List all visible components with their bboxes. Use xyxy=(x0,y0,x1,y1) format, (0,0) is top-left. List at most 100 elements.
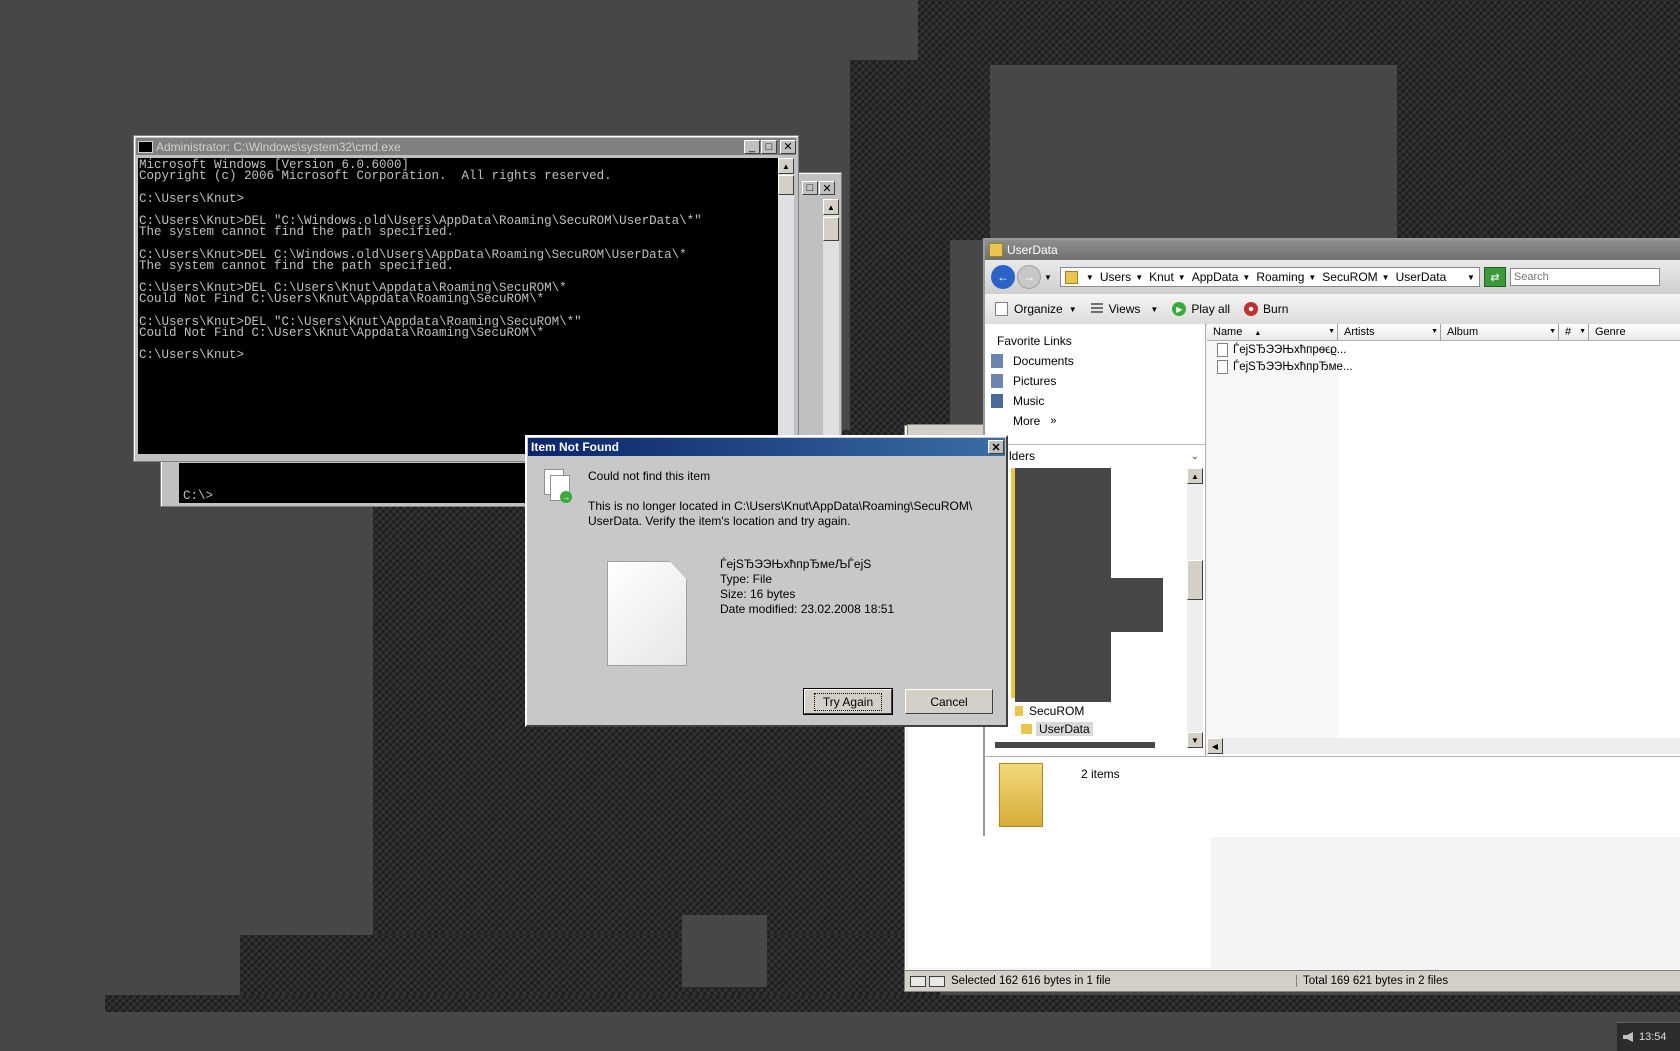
cmd-scroll-up[interactable]: ▲ xyxy=(778,158,794,174)
explorer-titlebar[interactable]: UserData xyxy=(985,240,1680,260)
music-icon xyxy=(991,394,1003,408)
try-again-button[interactable]: Try Again xyxy=(803,688,893,715)
refresh-button[interactable]: ⇄ xyxy=(1483,267,1506,287)
column-genre[interactable]: Genre xyxy=(1589,324,1680,340)
cmd-secondary-prompt: C:\> xyxy=(183,489,214,503)
tree-redacted-block-2 xyxy=(1111,578,1163,632)
status-drive-icon xyxy=(910,975,926,987)
file-row[interactable]: ЃејЅЂЭЭЊхћпрѳϵϱ... xyxy=(1217,343,1346,357)
cmd-app-icon xyxy=(138,140,153,153)
documents-icon xyxy=(991,354,1003,368)
folders-collapse-icon[interactable]: ⌄ xyxy=(1191,451,1199,462)
crumb-userdata[interactable]: UserData xyxy=(1396,270,1447,284)
dialog-file-icon xyxy=(607,561,687,666)
file-scroll-left[interactable]: ◀ xyxy=(1207,738,1223,754)
favorite-more[interactable]: More» xyxy=(1013,414,1056,428)
explorer-title: UserData xyxy=(1007,243,1058,257)
favorite-pictures[interactable]: Pictures xyxy=(991,374,1056,388)
views-button[interactable]: Views ▼ xyxy=(1090,302,1158,316)
tree-scroll-down[interactable]: ▼ xyxy=(1187,732,1203,748)
column-album[interactable]: Album ▼ xyxy=(1441,324,1559,340)
tree-scroll-thumb[interactable] xyxy=(1187,560,1203,600)
status-network-icon xyxy=(929,975,945,987)
item-not-found-dialog[interactable]: Item Not Found ✕ → Could not find this i… xyxy=(525,435,1008,727)
cmd-secondary-scrollbar[interactable]: ▲ xyxy=(823,199,839,469)
status-left-text: Selected 162 616 bytes in 1 file xyxy=(951,975,1297,987)
crumb-users[interactable]: Users ▼ xyxy=(1100,270,1143,284)
dialog-heading: Could not find this item xyxy=(588,469,711,483)
status-right-text: Total 169 621 bytes in 2 files xyxy=(1303,975,1449,987)
history-dropdown-icon[interactable]: ▼ xyxy=(1044,273,1052,282)
desktop-pattern-bottom xyxy=(240,935,940,1000)
organize-button[interactable]: Organize ▼ xyxy=(995,302,1077,316)
status-bar: Selected 162 616 bytes in 1 file Total 1… xyxy=(905,970,1680,991)
system-tray: 13:54 xyxy=(1617,1022,1680,1051)
folders-header[interactable]: lders ⌄ xyxy=(985,446,1205,466)
cmd-title: Administrator: C:\Windows\system32\cmd.e… xyxy=(156,139,401,154)
desktop-pattern-strip xyxy=(105,995,1680,1012)
address-row: ← → ▼ ▼ Users ▼ Knut ▼ AppData ▼ Roaming ▼ S… xyxy=(985,260,1680,294)
address-folder-icon xyxy=(1064,270,1078,284)
cmd-console[interactable]: Microsoft Windows [Version 6.0.6000] Copy… xyxy=(138,158,778,454)
favorite-documents[interactable]: Documents xyxy=(991,354,1074,368)
cmd-secondary-close-button[interactable]: ✕ xyxy=(819,181,835,195)
play-icon: ▶ xyxy=(1172,302,1187,316)
tree-item-securom[interactable]: SecuROM xyxy=(1015,704,1084,718)
explorer-window[interactable]: UserData ← → ▼ ▼ Users ▼ Knut ▼ AppData ▼ R… xyxy=(983,238,1680,837)
burn-button[interactable]: Burn xyxy=(1244,302,1288,316)
cmd-titlebar[interactable]: Administrator: C:\Windows\system32\cmd.e… xyxy=(136,138,796,155)
file-icon xyxy=(1217,343,1228,357)
crumb-knut[interactable]: Knut ▼ xyxy=(1149,270,1186,284)
console-line: C:\Users\Knut> xyxy=(139,191,245,206)
forward-button[interactable]: → xyxy=(1017,265,1041,289)
dialog-close-button[interactable]: ✕ xyxy=(988,440,1004,454)
details-pane: 2 items xyxy=(985,756,1680,837)
cancel-button[interactable]: Cancel xyxy=(905,689,993,714)
cmd-scrollbar[interactable]: ▲ xyxy=(778,158,794,454)
cmd-secondary-scroll-thumb[interactable] xyxy=(823,217,839,241)
tree-item-userdata[interactable]: UserData xyxy=(1021,722,1093,736)
name-column-shade xyxy=(1207,341,1338,738)
column-name[interactable]: Name ▲ ▼ xyxy=(1207,324,1338,340)
search-input[interactable] xyxy=(1509,268,1660,286)
folders-label: lders xyxy=(1009,449,1036,463)
crumb-appdata[interactable]: AppData ▼ xyxy=(1192,270,1251,284)
folders-divider xyxy=(985,444,1205,445)
details-folder-icon xyxy=(999,763,1043,827)
tree-hscroll-remnant xyxy=(995,742,1155,748)
explorer-toolbar: Organize ▼ Views ▼ ▶ Play all Burn xyxy=(985,294,1680,325)
crumb-securom[interactable]: SecuROM ▼ xyxy=(1322,270,1389,284)
tree-scrollbar[interactable]: ▲ ▼ xyxy=(1187,468,1203,748)
cmd-maximize-button[interactable]: □ xyxy=(761,139,777,154)
volume-icon[interactable] xyxy=(1623,1032,1633,1042)
back-button[interactable]: ← xyxy=(991,265,1015,289)
column-number[interactable]: # ▼ xyxy=(1559,324,1589,340)
cmd-scroll-thumb[interactable] xyxy=(778,175,794,195)
console-line: The system cannot find the path specifie… xyxy=(139,258,455,273)
double-chevron-icon: » xyxy=(1050,415,1057,427)
favorite-music[interactable]: Music xyxy=(991,394,1044,408)
column-artists[interactable]: Artists ▼ xyxy=(1338,324,1441,340)
dialog-copy-icon: → xyxy=(544,469,572,503)
file-icon xyxy=(1217,360,1228,374)
dialog-titlebar[interactable]: Item Not Found ✕ xyxy=(528,438,1005,456)
file-list-hscroll[interactable]: ◀ xyxy=(1207,738,1680,754)
cmd-secondary-scroll-up[interactable]: ▲ xyxy=(823,199,839,215)
cmd-secondary-maximize-button[interactable]: □ xyxy=(802,181,818,195)
cmd-close-button[interactable]: ✕ xyxy=(780,139,796,154)
cmd-window[interactable]: Administrator: C:\Windows\system32\cmd.e… xyxy=(133,135,799,462)
address-root-arrow[interactable]: ▼ xyxy=(1086,273,1094,282)
address-bar[interactable]: ▼ Users ▼ Knut ▼ AppData ▼ Roaming ▼ SecuROM… xyxy=(1059,267,1480,287)
file-row[interactable]: ЃејЅЂЭЭЊхћпрЂме... xyxy=(1217,360,1353,374)
dialog-message-line2: UserData. Verify the item's location and… xyxy=(588,514,851,528)
burn-icon xyxy=(1244,302,1259,316)
tree-scroll-up[interactable]: ▲ xyxy=(1187,468,1203,484)
dialog-file-name: ЃејЅЂЭЭЊхћпрЂмеЉЃејЅ xyxy=(720,557,872,571)
console-line: C:\Users\Knut> xyxy=(139,348,245,363)
clock[interactable]: 13:54 xyxy=(1639,1031,1667,1043)
cmd-secondary-fragment: AUT xyxy=(797,271,820,285)
play-all-button[interactable]: ▶ Play all xyxy=(1172,302,1230,316)
crumb-roaming[interactable]: Roaming ▼ xyxy=(1256,270,1316,284)
address-dropdown-icon[interactable]: ▼ xyxy=(1467,273,1475,282)
cmd-minimize-button[interactable]: _ xyxy=(744,139,760,154)
